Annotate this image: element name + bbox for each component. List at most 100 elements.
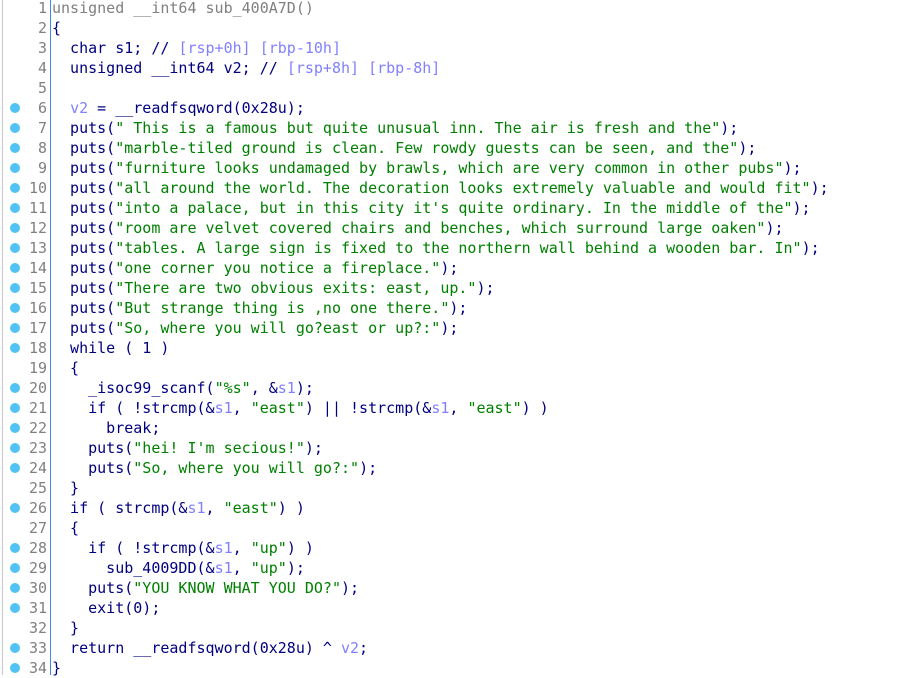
code-line[interactable]: 12 puts("room are velvet covered chairs … [0,218,916,238]
code-line[interactable]: 27 { [0,518,916,538]
string-literal: "up" [250,559,287,577]
string-literal: "into a palace, but in this city it's qu… [115,199,793,217]
code-text: } [52,658,61,678]
code-text: while ( 1 ) [52,338,169,358]
code-line[interactable]: 31 exit(0); [0,598,916,618]
code-line[interactable]: 22 break; [0,418,916,438]
line-number: 30 [28,579,47,597]
pseudocode-view[interactable]: 1 unsigned __int64 sub_400A7D() 2{3 char s… [0,0,916,678]
code-token: ); [295,379,314,397]
code-line[interactable]: 10 puts("all around the world. The decor… [0,178,916,198]
code-token: { [52,519,80,537]
code-token: sub_4009DD(& [52,559,215,577]
code-line[interactable]: 2{ [0,18,916,38]
code-token: if ( !strcmp(& [52,399,215,417]
code-token: ); [449,299,468,317]
line-number: 19 [28,359,47,377]
code-line[interactable]: 29 sub_4009DD(&s1, "up"); [0,558,916,578]
code-token: ); [359,459,378,477]
variable-ref: s1 [214,399,233,417]
code-line[interactable]: 9 puts("furniture looks undamaged by bra… [0,158,916,178]
code-text: } [52,478,79,498]
code-text: puts("YOU KNOW WHAT YOU DO?"); [52,578,359,598]
code-line[interactable]: 21 if ( !strcmp(&s1, "east") || !strcmp(… [0,398,916,418]
code-token: } [52,659,62,677]
code-text: sub_4009DD(&s1, "up"); [52,558,305,578]
code-text: if ( strcmp(&s1, "east") ) [52,498,305,518]
code-line[interactable]: 3 char s1; // [rsp+0h] [rbp-10h] [0,38,916,58]
code-text: exit(0); [52,598,160,618]
code-text: puts("So, where you will go?east or up?:… [52,318,458,338]
code-token: exit(0); [52,599,161,617]
line-number: 8 [37,139,47,157]
code-line[interactable]: 11 puts("into a palace, but in this city… [0,198,916,218]
line-number: 29 [28,559,47,577]
code-text: if ( !strcmp(&s1, "east") || !strcmp(&s1… [52,398,549,418]
string-literal: "hei! I'm secious!" [133,439,305,457]
code-text: puts("hei! I'm secious!"); [52,438,323,458]
code-line[interactable]: 7 puts(" This is a famous but quite unus… [0,118,916,138]
line-number: 33 [28,639,47,657]
line-number: 10 [28,179,47,197]
code-text: { [52,518,79,538]
line-number: 2 [37,19,47,37]
code-line[interactable]: 19 { [0,358,916,378]
code-line[interactable]: 17 puts("So, where you will go?east or u… [0,318,916,338]
code-line[interactable]: 30 puts("YOU KNOW WHAT YOU DO?"); [0,578,916,598]
code-line[interactable]: 20 _isoc99_scanf("%s", &s1); [0,378,916,398]
string-literal: "marble-tiled ground is clean. Few rowdy… [115,139,739,157]
string-literal: "YOU KNOW WHAT YOU DO?" [133,579,341,597]
code-line[interactable]: 24 puts("So, where you will go?:"); [0,458,916,478]
code-token: puts( [52,239,116,257]
line-number: 1 [37,0,47,17]
code-line[interactable]: 5 [0,78,916,98]
string-literal: "There are two obvious exits: east, up." [115,279,477,297]
line-number: 26 [28,499,47,517]
line-number: 21 [28,399,47,417]
code-text: return __readfsqword(0x28u) ^ v2; [52,638,368,658]
code-text: unsigned __int64 v2; // [rsp+8h] [rbp-8h… [52,58,440,78]
code-token: , [232,559,251,577]
variable-ref: v2 [340,639,360,657]
code-token: puts( [52,199,116,217]
code-token: puts( [52,579,134,597]
code-line[interactable]: 14 puts("one corner you notice a firepla… [0,258,916,278]
code-line[interactable]: 16 puts("But strange thing is ,no one th… [0,298,916,318]
code-line[interactable]: 26 if ( strcmp(&s1, "east") ) [0,498,916,518]
code-line[interactable]: 1 unsigned __int64 sub_400A7D() [0,0,916,18]
code-line[interactable]: 23 puts("hei! I'm secious!"); [0,438,916,458]
code-text: puts(" This is a famous but quite unusua… [52,118,738,138]
function-signature: unsigned __int64 sub_400A7D() [52,0,314,17]
line-number: 12 [28,219,47,237]
code-text: break; [52,418,160,438]
code-token: while ( 1 ) [52,339,170,357]
string-literal: "furniture looks undamaged by brawls, wh… [115,159,784,177]
string-literal: "one corner you notice a fireplace." [115,259,441,277]
code-line[interactable]: 25 } [0,478,916,498]
code-token: break; [52,419,161,437]
code-token: puts( [52,319,116,337]
code-line[interactable]: 33 return __readfsqword(0x28u) ^ v2; [0,638,916,658]
line-number: 13 [28,239,47,257]
code-line[interactable]: 8 puts("marble-tiled ground is clean. Fe… [0,138,916,158]
code-line[interactable]: 15 puts("There are two obvious exits: ea… [0,278,916,298]
code-text: puts("There are two obvious exits: east,… [52,278,495,298]
variable-ref: v2 [70,99,89,117]
code-line[interactable]: 28 if ( !strcmp(&s1, "up") ) [0,538,916,558]
code-line[interactable]: 32 } [0,618,916,638]
code-token: ) ) [286,539,314,557]
code-token: ); [440,259,459,277]
string-literal: " This is a famous but quite unusual inn… [115,119,721,137]
code-line[interactable]: 34} [0,658,916,678]
code-text: puts("one corner you notice a fireplace.… [52,258,458,278]
code-line[interactable]: 4 unsigned __int64 v2; // [rsp+8h] [rbp-… [0,58,916,78]
code-line[interactable]: 13 puts("tables. A large sign is fixed t… [0,238,916,258]
line-number: 15 [28,279,47,297]
code-token: return __readfsqword(0x28u) ^ [52,639,341,657]
code-token: ); [476,279,495,297]
code-token: , [205,499,224,517]
code-line[interactable]: 18 while ( 1 ) [0,338,916,358]
code-line[interactable]: 6 v2 = __readfsqword(0x28u); [0,98,916,118]
string-literal: "east" [223,499,278,517]
